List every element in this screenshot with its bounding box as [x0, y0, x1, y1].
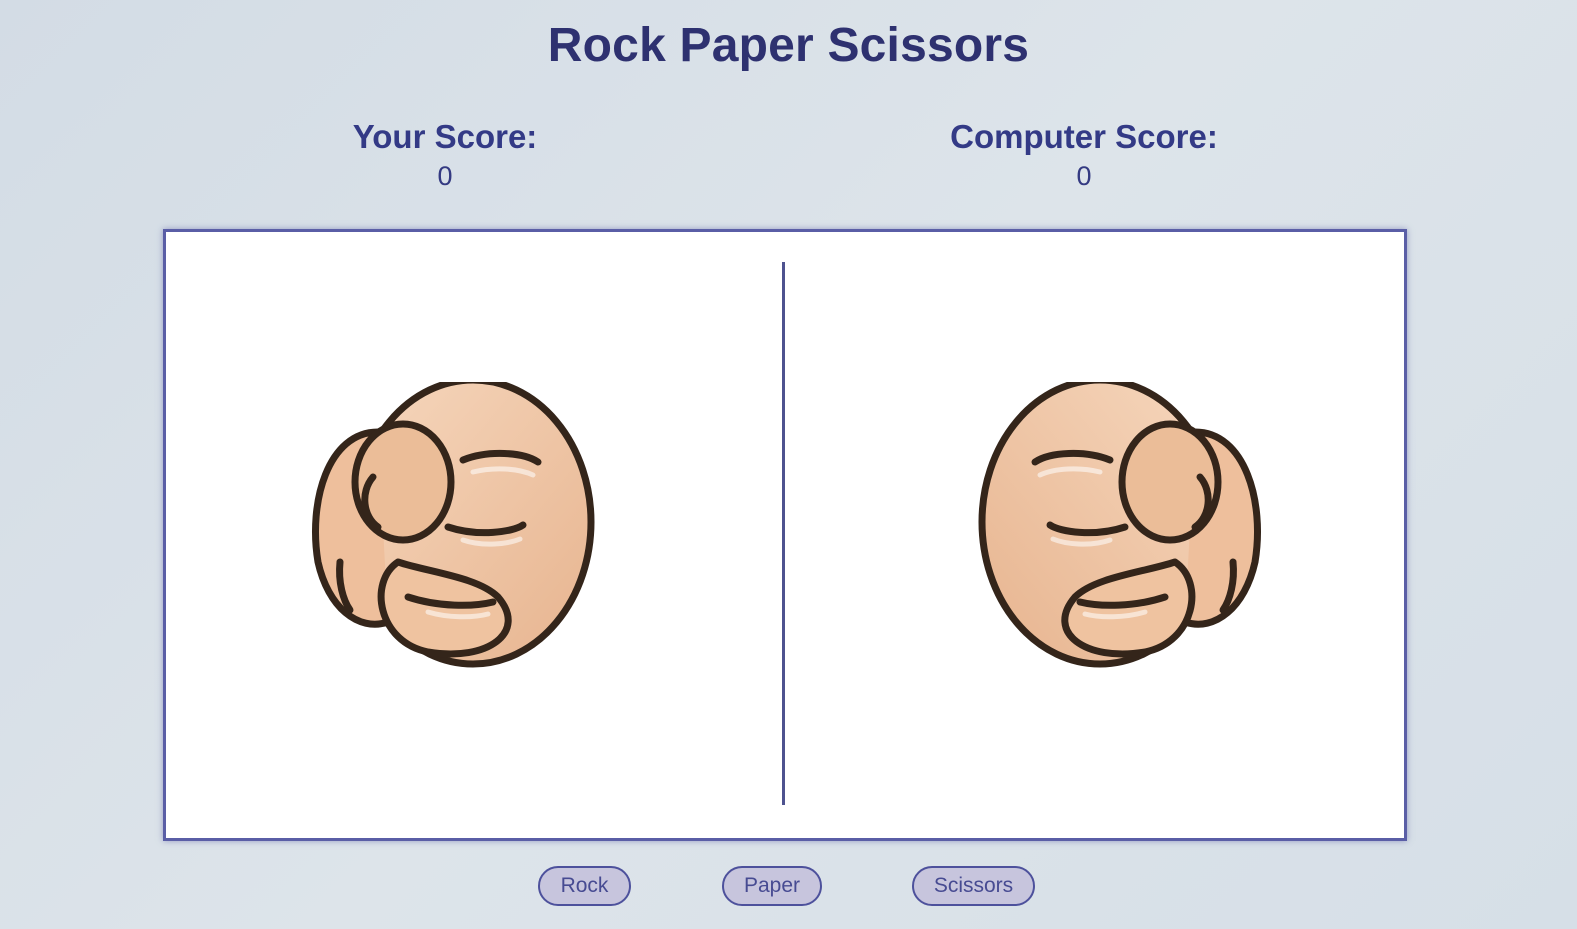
player-hand — [298, 376, 598, 682]
player-score-label: Your Score: — [352, 118, 538, 155]
computer-score: Computer Score: 0 — [884, 116, 1284, 194]
rock-fist-icon — [978, 376, 1261, 668]
arena-divider — [782, 262, 785, 805]
choice-controls: Rock Paper Scissors — [0, 866, 1577, 910]
computer-hand — [975, 376, 1275, 682]
player-score: Your Score: 0 — [245, 116, 645, 194]
computer-score-label: Computer Score: — [950, 118, 1218, 155]
scissors-button[interactable]: Scissors — [912, 866, 1035, 906]
rock-fist-icon — [312, 376, 595, 668]
computer-score-value: 0 — [1076, 161, 1092, 191]
paper-button[interactable]: Paper — [722, 866, 822, 906]
player-score-value: 0 — [437, 161, 453, 191]
game-arena — [163, 229, 1407, 841]
page-title: Rock Paper Scissors — [547, 19, 1030, 72]
rock-button[interactable]: Rock — [538, 866, 631, 906]
